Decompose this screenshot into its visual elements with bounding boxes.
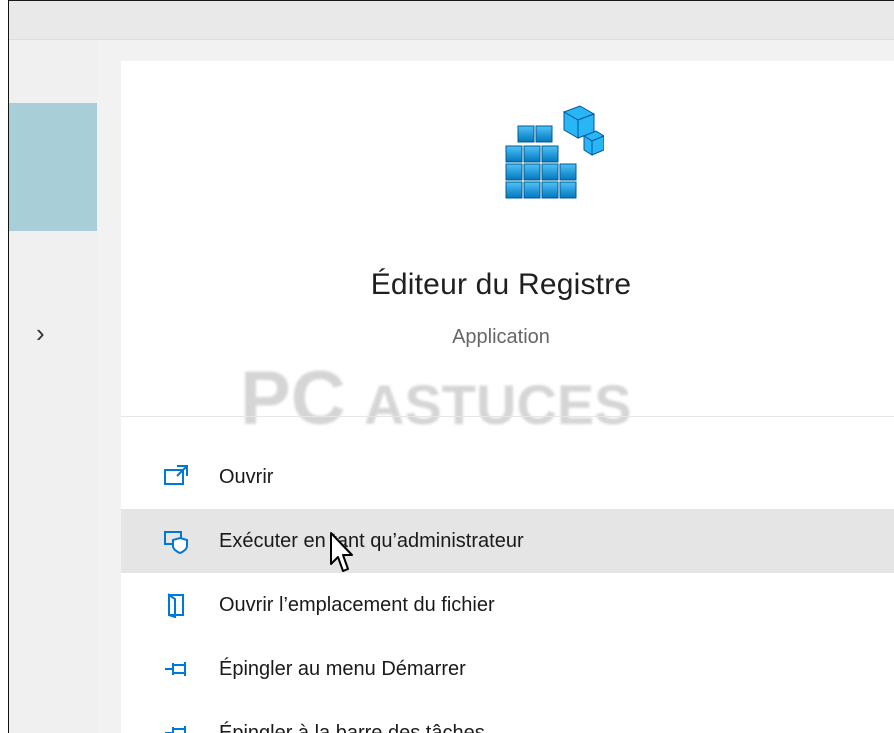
file-location-icon: [163, 592, 189, 618]
app-subtitle: Application: [452, 326, 550, 348]
window-left-border: [0, 0, 9, 733]
section-divider: [121, 416, 894, 417]
pin-start-icon: [163, 656, 189, 682]
open-icon: [163, 464, 189, 490]
app-title: Éditeur du Registre: [370, 268, 632, 301]
start-menu-window: › Éditeur du Registre Application PC AST…: [0, 0, 894, 733]
menu-item-open-file-location[interactable]: Ouvrir l’emplacement du fichier: [121, 573, 894, 637]
menu-item-label: Ouvrir: [219, 465, 274, 488]
menu-item-pin-to-start[interactable]: Épingler au menu Démarrer: [121, 637, 894, 701]
window-top-bar: [9, 1, 894, 40]
left-selected-tile[interactable]: [9, 103, 97, 231]
menu-item-label: Épingler à la barre des tâches: [219, 721, 485, 733]
shield-admin-icon: [163, 528, 189, 554]
menu-item-label: Ouvrir l’emplacement du fichier: [219, 593, 495, 616]
context-menu: Ouvrir Exécuter en tant qu’administrateu…: [121, 445, 894, 733]
chevron-right-icon[interactable]: ›: [36, 320, 52, 346]
pin-taskbar-icon: [163, 720, 189, 733]
menu-item-pin-to-taskbar[interactable]: Épingler à la barre des tâches: [121, 701, 894, 733]
registry-editor-icon: [505, 105, 604, 199]
menu-item-label: Épingler au menu Démarrer: [219, 657, 466, 680]
menu-item-label: Exécuter en tant qu’administrateur: [219, 529, 524, 552]
menu-item-run-as-admin[interactable]: Exécuter en tant qu’administrateur: [121, 509, 894, 573]
menu-item-open[interactable]: Ouvrir: [121, 445, 894, 509]
